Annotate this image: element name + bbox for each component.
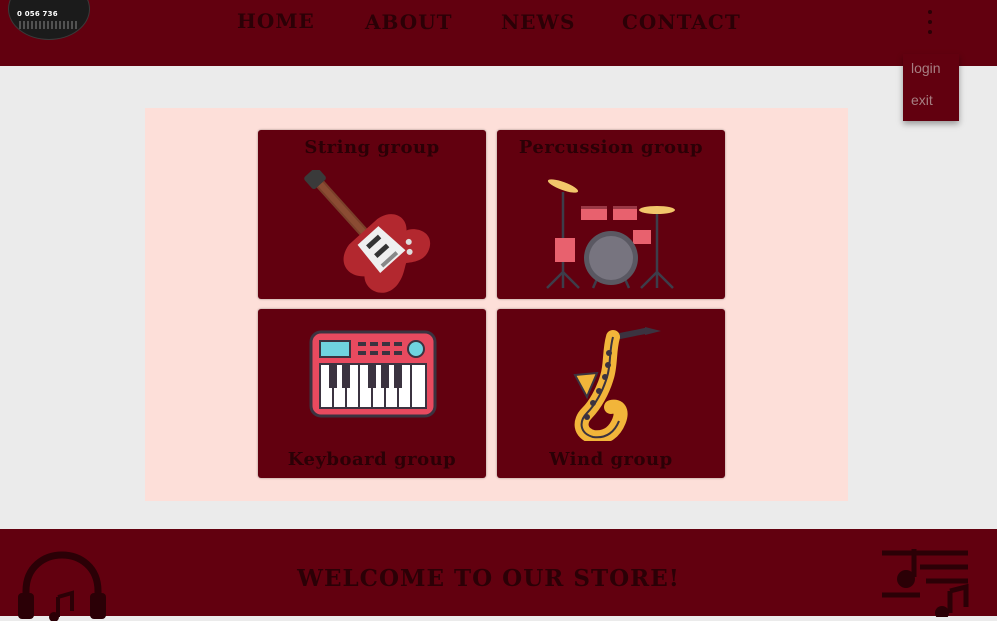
nav-about-link[interactable]: ABOUT — [365, 10, 453, 34]
music-notes-icon — [882, 549, 969, 617]
instrument-groups-panel: String group Percussion group Keyboard g… — [145, 108, 848, 501]
dot — [928, 20, 932, 24]
group-title-keyboard: Keyboard group — [287, 449, 457, 470]
electric-guitar-icon — [304, 170, 431, 293]
nav-contact-link[interactable]: CONTACT — [622, 10, 741, 34]
account-dropdown-menu: login exit — [903, 54, 959, 121]
main-nav: HOME ABOUT NEWS CONTACT — [0, 9, 997, 39]
synthesizer-keyboard-icon — [309, 330, 437, 418]
dot — [928, 10, 932, 14]
top-navigation-bar: 0 056 736 HOME ABOUT NEWS CONTACT — [0, 0, 997, 66]
menu-item-exit[interactable]: exit — [911, 92, 933, 108]
group-card-string[interactable]: String group — [258, 130, 486, 299]
group-title-string: String group — [304, 137, 440, 158]
welcome-banner: WELCOME TO OUR STORE! — [297, 565, 680, 592]
saxophone-icon — [573, 327, 661, 441]
group-title-wind: Wind group — [549, 449, 673, 470]
kebab-menu-icon[interactable] — [920, 10, 940, 40]
menu-item-login[interactable]: login — [911, 60, 941, 76]
group-card-keyboard[interactable]: Keyboard group — [258, 309, 486, 478]
nav-news-link[interactable]: NEWS — [501, 10, 575, 34]
footer: WELCOME TO OUR STORE! — [0, 529, 997, 621]
nav-home-link[interactable]: HOME — [237, 9, 315, 33]
group-card-percussion[interactable]: Percussion group — [497, 130, 725, 299]
dot — [928, 30, 932, 34]
group-card-wind[interactable]: Wind group — [497, 309, 725, 478]
group-title-percussion: Percussion group — [518, 137, 704, 158]
drum-kit-icon — [546, 179, 675, 289]
